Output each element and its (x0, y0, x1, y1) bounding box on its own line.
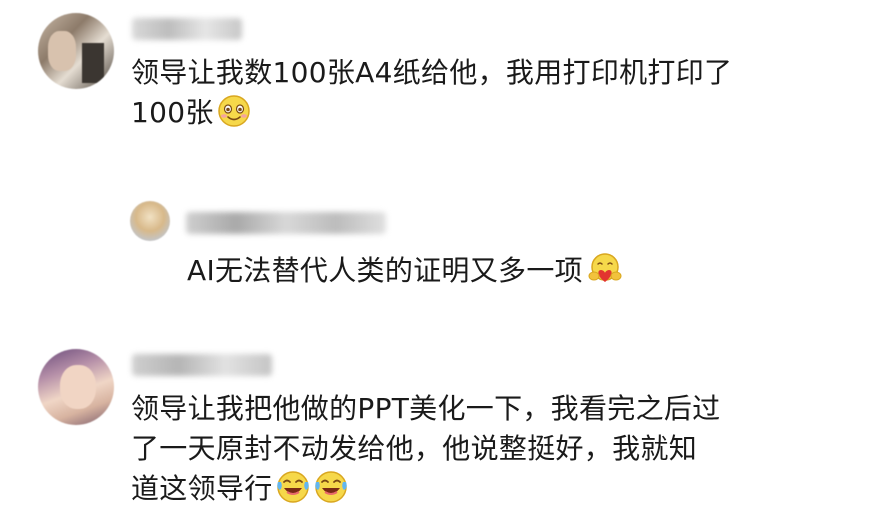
hug-emoji-icon (585, 252, 625, 297)
user-avatar[interactable] (38, 349, 114, 425)
comment-line: AI无法替代人类的证明又多一项 (187, 254, 583, 287)
comment-line: 道这领导行 (131, 472, 273, 505)
user-avatar[interactable] (38, 13, 114, 89)
comment-line: 了一天原封不动发给他，他说整挺好，我就知 (131, 432, 698, 465)
username-blurred[interactable] (132, 354, 272, 376)
comment-1: 领导让我数100张A4纸给他，我用打印机打印了 100张 (0, 0, 889, 150)
laugh-cry-emoji-icon (275, 470, 311, 515)
reply-comment: AI无法替代人类的证明又多一项 (0, 190, 889, 300)
comment-text: 领导让我数100张A4纸给他，我用打印机打印了 100张 (131, 53, 732, 139)
comment-line: 领导让我把他做的PPT美化一下，我看完之后过 (131, 392, 721, 425)
username-blurred[interactable] (186, 212, 386, 234)
comment-line: 100张 (131, 96, 214, 129)
smile-emoji-icon (216, 94, 252, 139)
comment-text: 领导让我把他做的PPT美化一下，我看完之后过 了一天原封不动发给他，他说整挺好，… (131, 389, 720, 515)
comment-line: 领导让我数100张A4纸给他，我用打印机打印了 (131, 56, 733, 89)
user-avatar[interactable] (130, 201, 170, 241)
comment-3: 领导让我把他做的PPT美化一下，我看完之后过 了一天原封不动发给他，他说整挺好，… (0, 340, 889, 517)
laugh-cry-emoji-icon (313, 470, 349, 515)
reply-text: AI无法替代人类的证明又多一项 (187, 251, 625, 297)
username-blurred[interactable] (132, 18, 242, 40)
